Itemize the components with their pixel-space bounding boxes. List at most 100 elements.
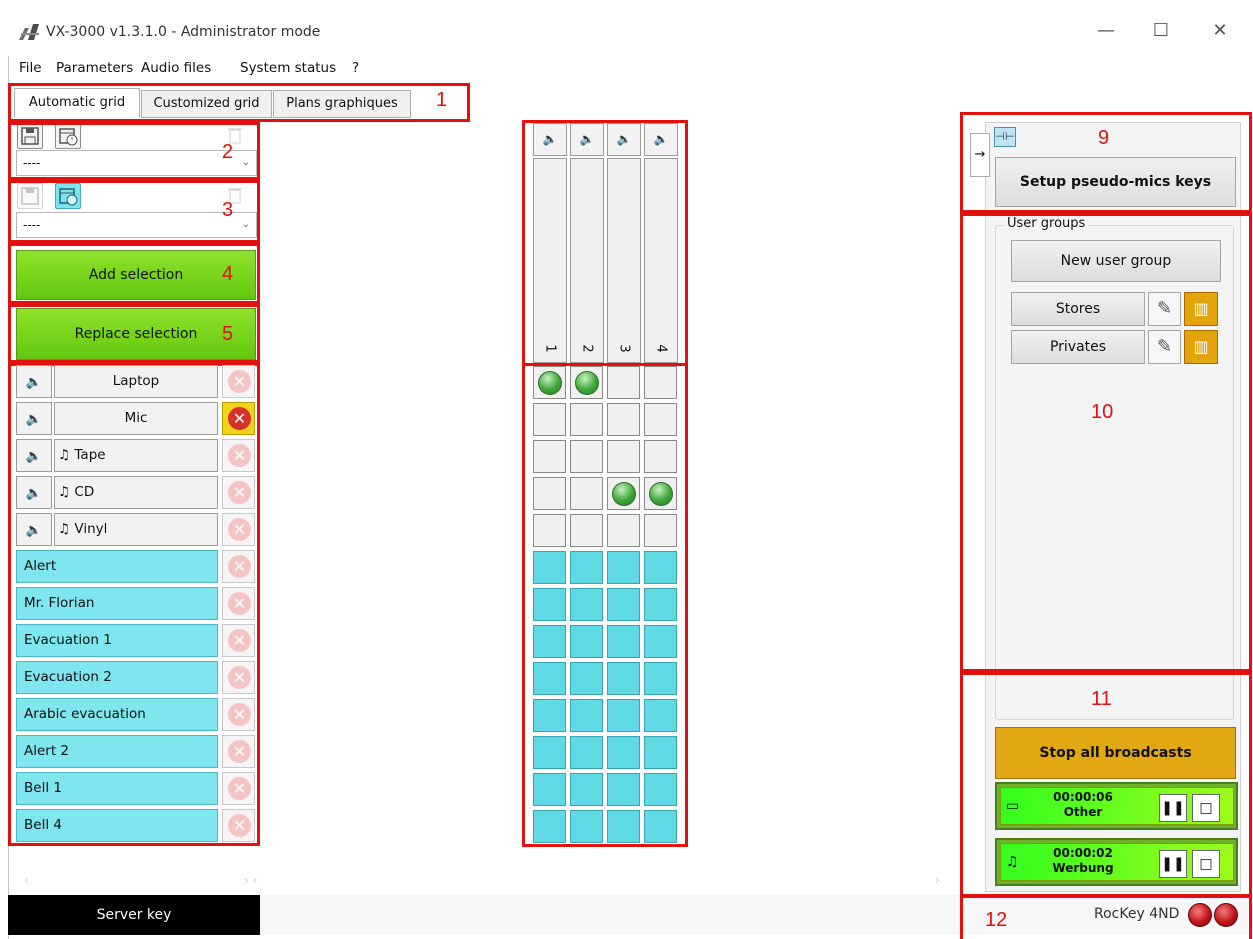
grid-cell[interactable]	[533, 662, 566, 695]
grid-cell[interactable]	[533, 810, 566, 843]
pin-icon[interactable]: ⊣⊢	[994, 127, 1016, 147]
menu-help[interactable]: ?	[352, 60, 359, 76]
message-clear-button[interactable]: ✕	[222, 698, 255, 731]
message-button[interactable]: Bell 1	[16, 772, 218, 805]
schedule-preset-button[interactable]	[55, 123, 81, 149]
source-speaker-button[interactable]: 🔈	[16, 513, 52, 546]
source-clear-button[interactable]: ✕	[222, 476, 255, 509]
grid-cell[interactable]	[607, 625, 640, 658]
grid-cell[interactable]	[533, 773, 566, 806]
tab-plans-graphiques[interactable]: Plans graphiques	[273, 90, 411, 118]
grid-cell[interactable]	[607, 810, 640, 843]
grid-cell[interactable]	[570, 403, 603, 436]
grid-cell[interactable]	[644, 625, 677, 658]
message-button[interactable]: Evacuation 1	[16, 624, 218, 657]
grid-cell[interactable]	[533, 736, 566, 769]
source-clear-button[interactable]: ✕	[222, 402, 255, 435]
source-clear-button[interactable]: ✕	[222, 365, 255, 398]
zone-speaker-button[interactable]: 🔈	[644, 123, 678, 156]
grid-cell[interactable]	[644, 477, 677, 510]
grid-cell[interactable]	[607, 514, 640, 547]
grid-cell[interactable]	[533, 588, 566, 621]
scroll-right-icon[interactable]: › ‹	[244, 873, 257, 887]
message-button[interactable]: Alert 2	[16, 735, 218, 768]
replace-selection-button[interactable]: Replace selection	[16, 308, 256, 360]
source-speaker-button[interactable]: 🔈	[16, 476, 52, 509]
message-button[interactable]: Mr. Florian	[16, 587, 218, 620]
grid-cell[interactable]	[644, 440, 677, 473]
message-clear-button[interactable]: ✕	[222, 735, 255, 768]
edit-pencil-icon[interactable]: ✎	[1148, 292, 1181, 326]
grid-cell[interactable]	[644, 514, 677, 547]
grid-cell[interactable]	[644, 773, 677, 806]
message-button[interactable]: Evacuation 2	[16, 661, 218, 694]
tab-customized-grid[interactable]: Customized grid	[141, 90, 272, 118]
source-clear-button[interactable]: ✕	[222, 513, 255, 546]
grid-cell[interactable]	[607, 403, 640, 436]
source-name-button[interactable]: ♫ CD	[54, 476, 218, 509]
source-name-button[interactable]: Mic	[54, 402, 218, 435]
zone-column-button[interactable]: 2	[570, 158, 604, 363]
grid-cell[interactable]	[570, 588, 603, 621]
message-button[interactable]: Bell 4	[16, 809, 218, 842]
grid-cell[interactable]	[570, 773, 603, 806]
message-clear-button[interactable]: ✕	[222, 661, 255, 694]
grid-cell[interactable]	[533, 551, 566, 584]
grid-cell[interactable]	[644, 366, 677, 399]
grid-cell[interactable]	[533, 477, 566, 510]
grid-cell[interactable]	[607, 366, 640, 399]
zone-column-button[interactable]: 3	[607, 158, 641, 363]
message-clear-button[interactable]: ✕	[222, 587, 255, 620]
grid-cell[interactable]	[644, 403, 677, 436]
grid-cell[interactable]	[607, 773, 640, 806]
menu-file[interactable]: File	[19, 60, 42, 76]
collapse-arrow-icon[interactable]: →	[970, 133, 990, 177]
menu-audio-files[interactable]: Audio files	[141, 60, 211, 76]
message-clear-button[interactable]: ✕	[222, 550, 255, 583]
schedule-button-active[interactable]	[55, 183, 81, 209]
grid-cell[interactable]	[570, 440, 603, 473]
message-button[interactable]: Alert	[16, 550, 218, 583]
stop-button[interactable]: □	[1192, 794, 1220, 822]
grid-cell[interactable]	[644, 810, 677, 843]
grid-cell[interactable]	[533, 366, 566, 399]
zone-column-button[interactable]: 1	[533, 158, 567, 363]
grid-cell[interactable]	[533, 440, 566, 473]
menu-parameters[interactable]: Parameters	[56, 60, 133, 76]
grid-cell[interactable]	[570, 662, 603, 695]
grid-cell[interactable]	[570, 699, 603, 732]
scroll-left-icon[interactable]: ‹	[24, 873, 29, 887]
grid-cell[interactable]	[607, 662, 640, 695]
menu-system-status[interactable]: System status	[240, 60, 336, 76]
grid-cell[interactable]	[644, 551, 677, 584]
grid-cell[interactable]	[644, 588, 677, 621]
message-clear-button[interactable]: ✕	[222, 809, 255, 842]
grid-cell[interactable]	[607, 440, 640, 473]
grid-cell[interactable]	[607, 699, 640, 732]
stop-button[interactable]: □	[1192, 850, 1220, 878]
source-speaker-button[interactable]: 🔈	[16, 365, 52, 398]
stop-all-broadcasts-button[interactable]: Stop all broadcasts	[995, 727, 1236, 779]
grid-cell[interactable]	[533, 625, 566, 658]
close-button[interactable]: ✕	[1197, 14, 1243, 48]
message-clear-button[interactable]: ✕	[222, 772, 255, 805]
grid-cell[interactable]	[570, 625, 603, 658]
maximize-button[interactable]: ☐	[1138, 14, 1184, 48]
message-clear-button[interactable]: ✕	[222, 624, 255, 657]
grid-cell[interactable]	[644, 662, 677, 695]
grid-cell[interactable]	[570, 366, 603, 399]
edit-pencil-icon[interactable]: ✎	[1148, 330, 1181, 364]
add-selection-button[interactable]: Add selection	[16, 250, 256, 300]
user-group-button[interactable]: Privates	[1011, 330, 1145, 364]
trash-icon[interactable]: ▥	[1184, 292, 1218, 326]
scroll-right-icon[interactable]: ›	[935, 873, 940, 887]
grid-cell[interactable]	[570, 810, 603, 843]
grid-cell[interactable]	[570, 736, 603, 769]
grid-cell[interactable]	[533, 514, 566, 547]
minimize-button[interactable]: —	[1083, 14, 1129, 48]
preset-combo-1[interactable]: ---- ⌄	[16, 150, 257, 176]
source-clear-button[interactable]: ✕	[222, 439, 255, 472]
save-preset-button[interactable]	[17, 123, 43, 149]
grid-cell[interactable]	[644, 736, 677, 769]
pause-button[interactable]: ❚❚	[1159, 794, 1187, 822]
